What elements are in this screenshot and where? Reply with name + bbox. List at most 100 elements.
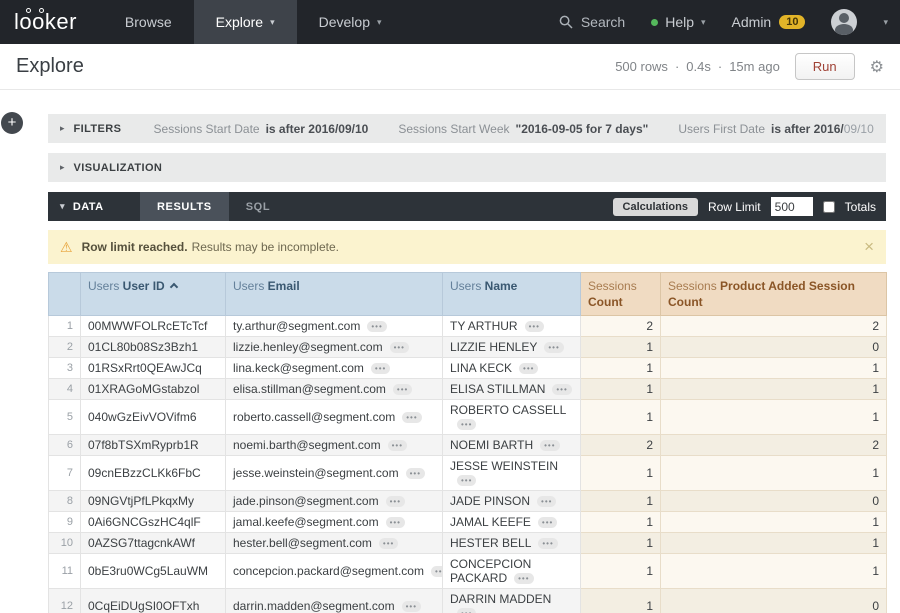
cell-menu-icon[interactable]: ••• [544,342,563,353]
gear-icon[interactable]: ⚙ [870,57,884,77]
looker-logo[interactable]: looker [0,0,103,44]
nav-item-explore[interactable]: Explore▾ [194,0,297,44]
cell-sessions-count[interactable]: 1 [581,554,661,589]
cell-product-added-count[interactable]: 1 [661,379,887,400]
column-header-email[interactable]: Users Email [226,273,443,316]
add-field-button[interactable]: + [1,112,23,134]
cell-menu-icon[interactable]: ••• [402,412,421,423]
cell-menu-icon[interactable]: ••• [540,440,559,451]
row-number: 1 [49,316,81,337]
nav-item-browse[interactable]: Browse [103,0,194,44]
cell-name: JESSE WEINSTEIN••• [443,456,581,491]
totals-checkbox[interactable] [823,201,835,213]
cell-product-added-count[interactable]: 0 [661,337,887,358]
nav-item-develop[interactable]: Develop▾ [297,0,404,44]
filter-condition: "2016-09-05 for 7 days" [516,122,649,136]
cell-product-added-count[interactable]: 1 [661,400,887,435]
cell-sessions-count[interactable]: 1 [581,379,661,400]
close-icon[interactable]: × [864,237,874,257]
column-header-count[interactable]: Sessions Count [581,273,661,316]
cell-product-added-count[interactable]: 1 [661,358,887,379]
cell-sessions-count[interactable]: 1 [581,337,661,358]
cell-menu-icon[interactable]: ••• [367,321,386,332]
column-group-label: Users [450,279,485,293]
chevron-down-icon[interactable]: ▾ [883,17,888,28]
filters-section-bar[interactable]: ▸ FILTERS Sessions Start Dateis after 20… [48,114,886,143]
cell-menu-icon[interactable]: ••• [514,573,533,584]
cell-menu-icon[interactable]: ••• [519,363,538,374]
column-header-product-added-session-count[interactable]: Sessions Product Added Session Count [661,273,887,316]
cell-menu-icon[interactable]: ••• [538,517,557,528]
cell-name: JAMAL KEEFE••• [443,512,581,533]
help-menu[interactable]: Help ▾ [651,14,705,30]
column-field-label: Name [485,279,518,293]
visualization-section-bar[interactable]: ▸ VISUALIZATION [48,153,886,182]
cell-menu-icon[interactable]: ••• [371,363,390,374]
section-collapsed-icon: ▸ [60,123,65,134]
search-button[interactable]: Search [559,14,625,30]
cell-product-added-count[interactable]: 2 [661,316,887,337]
cell-product-added-count[interactable]: 0 [661,491,887,512]
cell-sessions-count[interactable]: 1 [581,491,661,512]
cell-sessions-count[interactable]: 1 [581,456,661,491]
cell-sessions-count[interactable]: 1 [581,512,661,533]
filter-item[interactable]: Users First Dateis after 2016/09/10 [678,122,873,136]
tab-results[interactable]: RESULTS [140,192,229,221]
column-field-label: Email [268,279,300,293]
cell-sessions-count[interactable]: 1 [581,589,661,613]
cell-sessions-count[interactable]: 1 [581,358,661,379]
cell-name: CONCEPCION PACKARD••• [443,554,581,589]
nav-item-label: Explore [216,14,263,30]
cell-product-added-count[interactable]: 1 [661,554,887,589]
cell-menu-icon[interactable]: ••• [431,566,443,577]
visualization-section-label: VISUALIZATION [74,162,163,174]
cell-menu-icon[interactable]: ••• [379,538,398,549]
cell-menu-icon[interactable]: ••• [393,384,412,395]
table-row: 100MWWFOLRcETcTcfty.arthur@segment.com••… [49,316,887,337]
row-limit-input[interactable] [771,197,813,216]
admin-menu[interactable]: Admin 10 [732,14,806,30]
column-header-row-number [49,273,81,316]
cell-product-added-count[interactable]: 2 [661,435,887,456]
cell-menu-icon[interactable]: ••• [537,496,556,507]
help-label: Help [665,14,694,30]
cell-menu-icon[interactable]: ••• [538,538,557,549]
filter-item[interactable]: Sessions Start Week"2016-09-05 for 7 day… [398,122,648,136]
tab-sql[interactable]: SQL [229,192,287,221]
column-header-name[interactable]: Users Name [443,273,581,316]
cell-menu-icon[interactable]: ••• [457,475,476,486]
cell-menu-icon[interactable]: ••• [406,468,425,479]
cell-product-added-count[interactable]: 1 [661,512,887,533]
cell-email: ty.arthur@segment.com••• [226,316,443,337]
cell-menu-icon[interactable]: ••• [457,608,476,613]
cell-name: JADE PINSON••• [443,491,581,512]
cell-name: LIZZIE HENLEY••• [443,337,581,358]
cell-menu-icon[interactable]: ••• [386,496,405,507]
filters-section-label: FILTERS [74,123,154,135]
cell-email: jamal.keefe@segment.com••• [226,512,443,533]
top-nav: looker BrowseExplore▾Develop▾ Search Hel… [0,0,900,44]
cell-sessions-count[interactable]: 1 [581,533,661,554]
column-header-user-id[interactable]: Users User ID [81,273,226,316]
cell-product-added-count[interactable]: 1 [661,456,887,491]
cell-menu-icon[interactable]: ••• [386,517,405,528]
filter-item[interactable]: Sessions Start Dateis after 2016/09/10 [154,122,369,136]
cell-product-added-count[interactable]: 1 [661,533,887,554]
cell-menu-icon[interactable]: ••• [390,342,409,353]
cell-name: ROBERTO CASSELL••• [443,400,581,435]
cell-product-added-count[interactable]: 0 [661,589,887,613]
cell-sessions-count[interactable]: 1 [581,400,661,435]
cell-menu-icon[interactable]: ••• [552,384,571,395]
cell-menu-icon[interactable]: ••• [525,321,544,332]
logo-ring-icon [39,8,44,13]
run-button[interactable]: Run [795,53,855,80]
cell-sessions-count[interactable]: 2 [581,316,661,337]
cell-menu-icon[interactable]: ••• [457,419,476,430]
data-section-toggle[interactable]: ▾ DATA [48,192,140,221]
cell-menu-icon[interactable]: ••• [388,440,407,451]
cell-user-id: 01XRAGoMGstabzol [81,379,226,400]
cell-sessions-count[interactable]: 2 [581,435,661,456]
cell-menu-icon[interactable]: ••• [402,601,421,612]
user-avatar[interactable] [831,9,857,35]
calculations-button[interactable]: Calculations [613,198,698,216]
